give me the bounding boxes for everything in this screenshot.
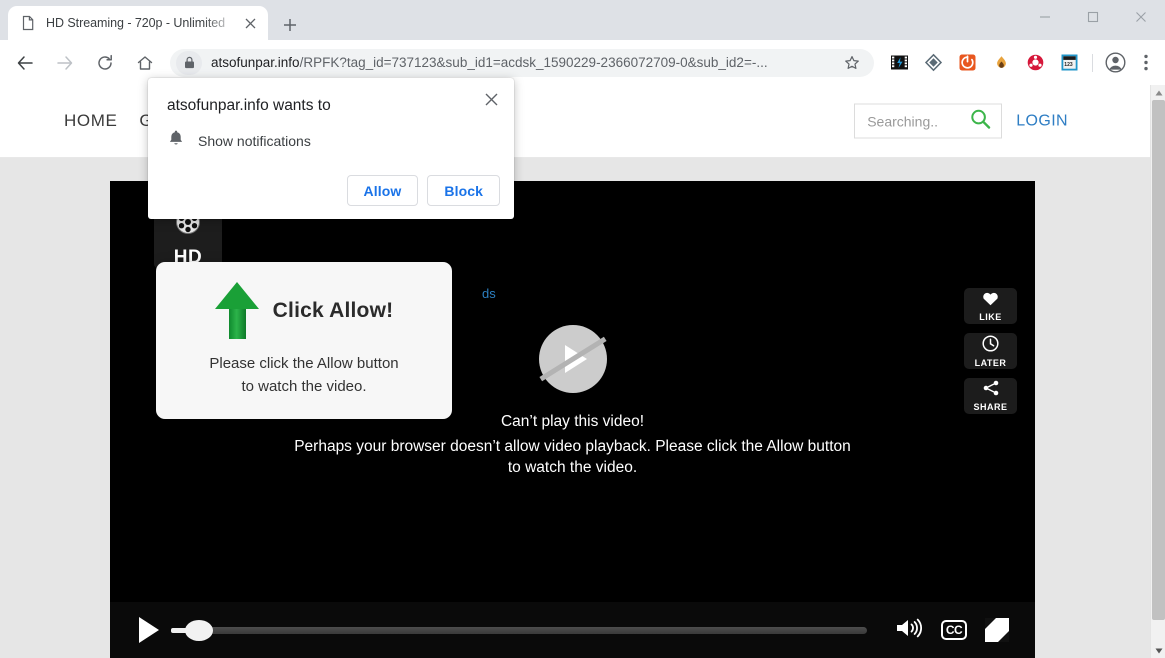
- allow-popup-line2: to watch the video.: [241, 378, 367, 395]
- player-right-controls: CC: [895, 616, 1009, 645]
- video-player[interactable]: HD ds Can’t play this video! Perhaps you…: [110, 181, 1035, 658]
- allow-button[interactable]: Allow: [346, 175, 419, 206]
- home-icon[interactable]: [128, 46, 162, 80]
- like-button[interactable]: LIKE: [964, 288, 1017, 324]
- error-headline: Can’t play this video!: [500, 413, 645, 430]
- permission-actions: Allow Block: [346, 175, 500, 206]
- honey-drop-extension-icon[interactable]: [987, 49, 1015, 77]
- later-label: LATER: [974, 357, 1007, 368]
- permission-label: Show notifications: [198, 132, 311, 149]
- nav-item-home[interactable]: HOME: [64, 111, 117, 131]
- dialog-close-icon[interactable]: [478, 86, 504, 112]
- seek-track[interactable]: [197, 627, 867, 634]
- share-icon: [982, 380, 1000, 401]
- svg-text:123: 123: [1064, 62, 1073, 68]
- browser-tab[interactable]: HD Streaming - 720p - Unlimited: [8, 6, 268, 40]
- page-scrollbar[interactable]: [1150, 85, 1165, 658]
- orange-shield-extension-icon[interactable]: [953, 49, 981, 77]
- film-strip-extension-icon[interactable]: [885, 49, 913, 77]
- play-blocked-icon[interactable]: [538, 325, 607, 393]
- permission-dialog-title: atsofunpar.info wants to: [167, 97, 331, 114]
- lock-icon[interactable]: [176, 50, 202, 75]
- minimize-icon[interactable]: [1021, 0, 1069, 34]
- url-path: /RPFK?tag_id=737123&sub_id1=acdsk_159022…: [299, 55, 768, 70]
- allow-popup-line1: Please click the Allow button: [209, 355, 399, 372]
- clock-icon: [982, 334, 999, 357]
- extension-icons: 123: [882, 49, 1086, 77]
- toolbar-divider: [1092, 53, 1093, 72]
- share-label: SHARE: [973, 402, 1008, 412]
- diamond-extension-icon[interactable]: [919, 49, 947, 77]
- search-input[interactable]: Searching..: [854, 103, 1003, 139]
- seek-bar[interactable]: [171, 620, 867, 641]
- site-header-right: Searching.. LOGIN: [854, 103, 1068, 139]
- scroll-up-arrow-icon[interactable]: [1151, 85, 1165, 100]
- blue-clapper-extension-icon[interactable]: 123: [1055, 49, 1083, 77]
- heart-icon: [982, 291, 999, 311]
- window-close-icon[interactable]: [1117, 0, 1165, 34]
- player-error-block: Can’t play this video! Perhaps your brow…: [110, 181, 1035, 658]
- three-dot-menu-icon[interactable]: [1131, 47, 1161, 79]
- address-bar[interactable]: atsofunpar.info/RPFK?tag_id=737123&sub_i…: [170, 48, 874, 77]
- new-tab-button[interactable]: [276, 11, 304, 39]
- search-icon[interactable]: [970, 108, 991, 134]
- closed-caption-icon[interactable]: CC: [941, 620, 967, 640]
- account-avatar-icon[interactable]: [1099, 47, 1131, 79]
- tab-strip: HD Streaming - 720p - Unlimited: [0, 0, 1165, 40]
- player-controls: CC: [110, 602, 1035, 658]
- block-button[interactable]: Block: [427, 175, 500, 206]
- back-arrow-icon[interactable]: [8, 46, 42, 80]
- play-icon[interactable]: [139, 617, 159, 643]
- tab-title: HD Streaming - 720p - Unlimited: [46, 16, 226, 30]
- allow-popup-heading: Click Allow!: [272, 298, 394, 322]
- seek-handle[interactable]: [185, 620, 213, 641]
- reload-icon[interactable]: [88, 46, 122, 80]
- url-host: atsofunpar.info: [211, 55, 300, 70]
- scroll-down-arrow-icon[interactable]: [1151, 643, 1165, 658]
- maximize-icon[interactable]: [1069, 0, 1117, 34]
- permission-row: Show notifications: [168, 129, 311, 152]
- player-side-actions: LIKE LATER SHARE: [964, 288, 1017, 414]
- volume-icon[interactable]: [895, 616, 923, 645]
- red-circle-extension-icon[interactable]: [1021, 49, 1049, 77]
- url-text: atsofunpar.info/RPFK?tag_id=737123&sub_i…: [211, 55, 840, 70]
- scrollbar-thumb[interactable]: [1152, 100, 1165, 620]
- like-label: LIKE: [979, 311, 1002, 322]
- green-up-arrow-icon: [214, 282, 259, 339]
- search-placeholder: Searching..: [867, 113, 939, 129]
- allow-popup-header: Click Allow!: [156, 282, 452, 339]
- click-allow-popup: Click Allow! Please click the Allow butt…: [156, 262, 452, 419]
- later-button[interactable]: LATER: [964, 333, 1017, 369]
- notification-permission-dialog: atsofunpar.info wants to Show notificati…: [148, 78, 514, 219]
- page-icon: [20, 15, 36, 31]
- allow-popup-body: Please click the Allow button to watch t…: [156, 352, 452, 398]
- bell-icon: [168, 129, 184, 152]
- fullscreen-icon[interactable]: [985, 618, 1009, 642]
- browser-window: HD Streaming - 720p - Unlimited atsofunp…: [0, 0, 1165, 658]
- window-controls: [1021, 0, 1165, 40]
- login-link[interactable]: LOGIN: [1016, 112, 1068, 130]
- forward-arrow-icon[interactable]: [48, 46, 82, 80]
- star-icon[interactable]: [840, 55, 864, 71]
- error-body: Perhaps your browser doesn’t allow video…: [294, 438, 851, 476]
- share-button[interactable]: SHARE: [964, 378, 1017, 414]
- close-icon[interactable]: [240, 13, 260, 33]
